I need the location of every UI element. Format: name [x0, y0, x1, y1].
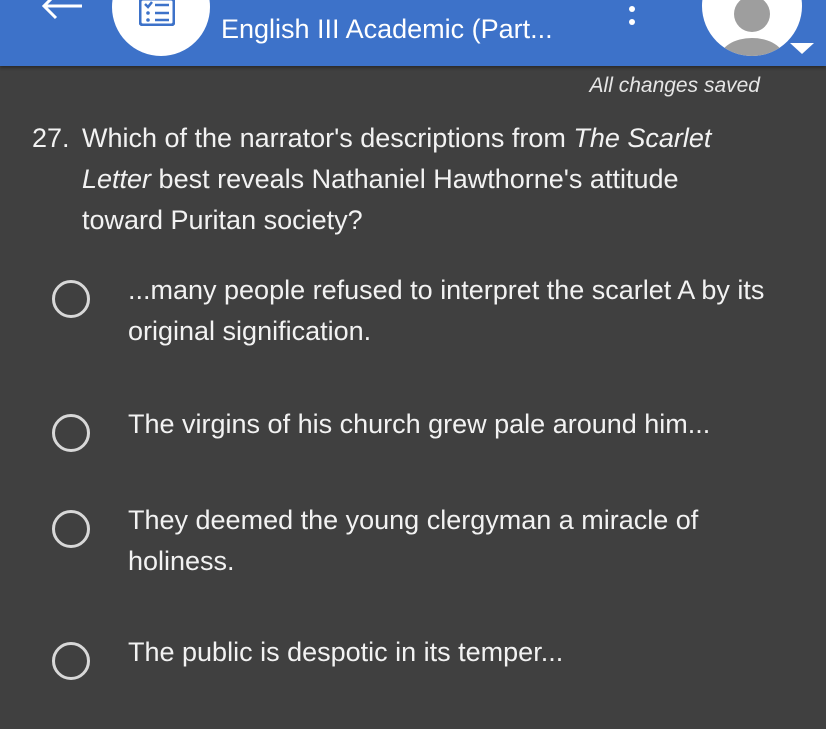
radio-button[interactable]: [52, 510, 90, 548]
user-avatar-icon[interactable]: [702, 0, 802, 56]
book-title-cont: Letter: [82, 164, 152, 194]
arrow-left-icon[interactable]: [36, 0, 88, 24]
radio-button[interactable]: [52, 642, 90, 680]
question-line-2: Letter best reveals Nathaniel Hawthorne'…: [32, 159, 792, 200]
question-prompt: 27. Which of the narrator's descriptions …: [32, 118, 792, 241]
quiz-screen: English III Academic (Part... All change…: [0, 0, 826, 729]
question-line-1: 27. Which of the narrator's descriptions …: [32, 118, 792, 159]
radio-button[interactable]: [52, 414, 90, 452]
question-line-3: toward Puritan society?: [82, 205, 363, 235]
question-text: Which of the narrator's descriptions fro…: [82, 123, 574, 153]
book-title: The Scarlet: [573, 123, 712, 153]
caret-down-icon[interactable]: [790, 43, 814, 54]
question-number: 27.: [32, 123, 70, 153]
more-vert-icon[interactable]: [620, 2, 644, 38]
answer-option-label[interactable]: The public is despotic in its temper...: [128, 632, 798, 673]
radio-button[interactable]: [52, 280, 90, 318]
answer-option-label[interactable]: ...many people refused to interpret the …: [128, 270, 798, 352]
save-status: All changes saved: [589, 74, 760, 97]
answer-option-label[interactable]: The virgins of his church grew pale arou…: [128, 404, 798, 445]
assignment-title: English III Academic (Part...: [221, 14, 553, 44]
answer-option-label[interactable]: They deemed the young clergyman a miracl…: [128, 500, 798, 582]
question-text-cont: best reveals Nathaniel Hawthorne's attit…: [151, 164, 679, 194]
app-bar: English III Academic (Part...: [0, 0, 826, 66]
question-list-button[interactable]: [112, 0, 210, 56]
checklist-icon: [139, 0, 175, 26]
